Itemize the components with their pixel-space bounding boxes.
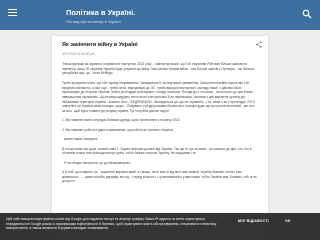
post-paragraph: Треба зрозуміти точно, що 100 тирану неп…	[62, 80, 255, 114]
post-paragraph: В тільки знаю про дорк, значить ввін 1. …	[62, 146, 252, 156]
search-icon[interactable]	[302, 9, 312, 19]
menu-icon[interactable]	[8, 9, 17, 16]
post-paragraph: 2. Він повинен робити в удвісто визнання…	[62, 127, 174, 132]
post-card: Як закінчити війну в Україні 4/17/2023 1…	[52, 36, 268, 240]
post-body: "Наша функція як окремого існування в на…	[62, 62, 258, 189]
share-icon[interactable]	[256, 41, 262, 48]
post-paragraph: "Наша функція як окремого існування в на…	[62, 62, 255, 76]
cookie-banner: Цей сайт використовує файли cookie від G…	[0, 213, 320, 240]
ok-button[interactable]: ОК	[285, 219, 290, 223]
post-paragraph: 1. Він повинен взяти ситуацію бойових ду…	[62, 118, 181, 123]
blog-description: Погляд про політику в Україні	[66, 19, 121, 24]
cookie-notice-text: Цей сайт використовує файли cookie від G…	[6, 217, 217, 230]
blog-title[interactable]: Політика в Україні.	[66, 8, 135, 17]
post-paragraph: - Я не обіцяю потерпати, це до бачимовсь…	[62, 160, 132, 165]
post-title[interactable]: Як закінчити війну в Україні	[62, 42, 138, 48]
post-paragraph: А я тобі, що поверне, це - шукатели вира…	[62, 170, 257, 184]
post-paragraph: - кожен також 'повороти'.	[62, 137, 99, 142]
blog-header: Політика в Україні. Погляд про політику …	[0, 0, 320, 30]
more-info-button[interactable]: МОЇ ВІДОМОСТІ	[238, 219, 269, 223]
post-date[interactable]: 4/17/2023 11:06:00 pm	[62, 52, 95, 56]
